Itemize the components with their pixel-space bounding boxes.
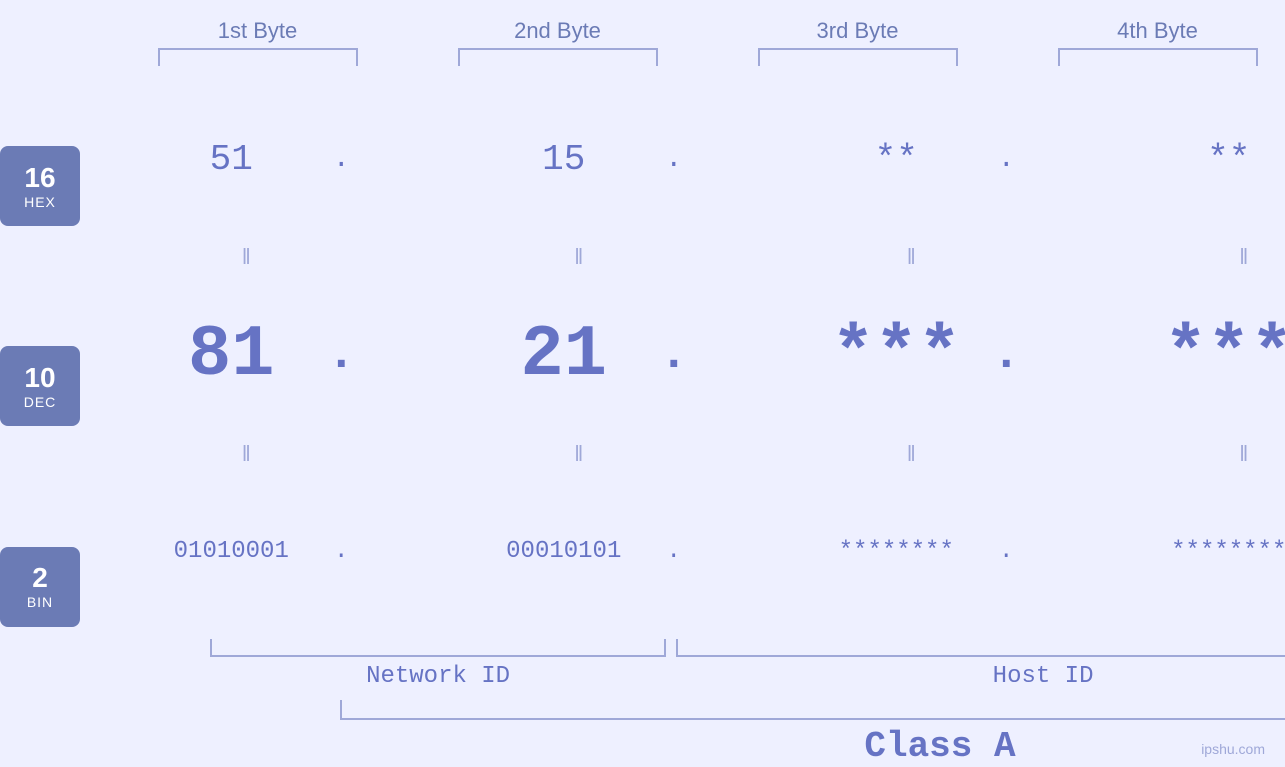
dec-cell-1: 81 . bbox=[136, 314, 356, 396]
bottom-labels: Network ID Host ID bbox=[210, 663, 1285, 690]
watermark: ipshu.com bbox=[1201, 741, 1265, 757]
hex-val-3: ** bbox=[801, 139, 991, 180]
dec-val-4: *** bbox=[1134, 314, 1285, 396]
bin-badge: 2 BIN bbox=[0, 547, 80, 627]
sep-dec-3: ‖ bbox=[801, 441, 1021, 467]
sep-hex-dec: ‖ ‖ ‖ ‖ bbox=[80, 242, 1285, 272]
dec-dot-2: . bbox=[659, 328, 689, 382]
sep-2: ‖ bbox=[469, 244, 689, 270]
host-bracket bbox=[676, 639, 1285, 657]
host-id-label: Host ID bbox=[676, 663, 1285, 690]
bottom-section: Network ID Host ID Class A bbox=[210, 635, 1285, 767]
dec-dot-1: . bbox=[326, 328, 356, 382]
bin-dot-3: . bbox=[991, 538, 1021, 565]
bin-val-1: 01010001 bbox=[136, 538, 326, 565]
bin-dot-1: . bbox=[326, 538, 356, 565]
bin-val-2: 00010101 bbox=[469, 538, 659, 565]
class-row: Class A bbox=[340, 700, 1285, 767]
dec-badge: 10 DEC bbox=[0, 346, 80, 426]
hex-dot-3: . bbox=[991, 144, 1021, 175]
sep-dec-1: ‖ bbox=[136, 441, 356, 467]
byte-headers: 1st Byte 2nd Byte 3rd Byte 4th Byte bbox=[108, 18, 1285, 44]
dec-cell-3: *** . bbox=[801, 314, 1021, 396]
data-area: 51 . 15 . ** . ** . ‖ ‖ bbox=[80, 76, 1285, 767]
hex-val-4: ** bbox=[1134, 139, 1285, 180]
bracket-4 bbox=[1058, 48, 1258, 66]
sep-3: ‖ bbox=[801, 244, 1021, 270]
sep-dec-2: ‖ bbox=[469, 441, 689, 467]
content-area: 16 HEX 10 DEC 2 BIN 51 . 15 bbox=[0, 76, 1285, 767]
network-id-label: Network ID bbox=[210, 663, 666, 690]
bottom-bracket-row bbox=[210, 639, 1285, 657]
hex-val-2: 15 bbox=[469, 139, 659, 180]
bin-row: 01010001 . 00010101 . ******** . *******… bbox=[80, 469, 1285, 635]
bin-cell-2: 00010101 . bbox=[469, 538, 689, 565]
hex-val-1: 51 bbox=[136, 139, 326, 180]
byte-label-4: 4th Byte bbox=[1048, 18, 1268, 44]
bracket-3 bbox=[758, 48, 958, 66]
sep-1: ‖ bbox=[136, 244, 356, 270]
bin-val-4: ******** bbox=[1134, 538, 1285, 565]
byte-label-3: 3rd Byte bbox=[748, 18, 968, 44]
dec-val-3: *** bbox=[801, 314, 991, 396]
sep-dec-4: ‖ bbox=[1134, 441, 1285, 467]
hex-dot-2: . bbox=[659, 144, 689, 175]
dec-cell-2: 21 . bbox=[469, 314, 689, 396]
bin-val-3: ******** bbox=[801, 538, 991, 565]
top-bracket-row bbox=[108, 48, 1285, 66]
dec-row: 81 . 21 . *** . *** . bbox=[80, 272, 1285, 438]
bracket-2 bbox=[458, 48, 658, 66]
hex-cell-3: ** . bbox=[801, 139, 1021, 180]
bin-dot-2: . bbox=[659, 538, 689, 565]
byte-label-2: 2nd Byte bbox=[448, 18, 668, 44]
dec-val-1: 81 bbox=[136, 314, 326, 396]
hex-row: 51 . 15 . ** . ** . bbox=[80, 76, 1285, 242]
sep-4: ‖ bbox=[1134, 244, 1285, 270]
hex-cell-1: 51 . bbox=[136, 139, 356, 180]
sep-dec-bin: ‖ ‖ ‖ ‖ bbox=[80, 439, 1285, 469]
network-bracket bbox=[210, 639, 666, 657]
dec-val-2: 21 bbox=[469, 314, 659, 396]
bin-cell-1: 01010001 . bbox=[136, 538, 356, 565]
hex-badge: 16 HEX bbox=[0, 146, 80, 226]
bin-cell-4: ******** . bbox=[1134, 538, 1285, 565]
hex-dot-1: . bbox=[326, 144, 356, 175]
dec-cell-4: *** . bbox=[1134, 314, 1285, 396]
main-container: 1st Byte 2nd Byte 3rd Byte 4th Byte 16 H… bbox=[0, 0, 1285, 767]
hex-cell-4: ** . bbox=[1134, 139, 1285, 180]
dec-dot-3: . bbox=[991, 328, 1021, 382]
byte-label-1: 1st Byte bbox=[148, 18, 368, 44]
hex-cell-2: 15 . bbox=[469, 139, 689, 180]
bracket-1 bbox=[158, 48, 358, 66]
base-labels: 16 HEX 10 DEC 2 BIN bbox=[0, 76, 80, 767]
bin-cell-3: ******** . bbox=[801, 538, 1021, 565]
class-label: Class A bbox=[340, 726, 1285, 767]
class-bracket bbox=[340, 700, 1285, 720]
